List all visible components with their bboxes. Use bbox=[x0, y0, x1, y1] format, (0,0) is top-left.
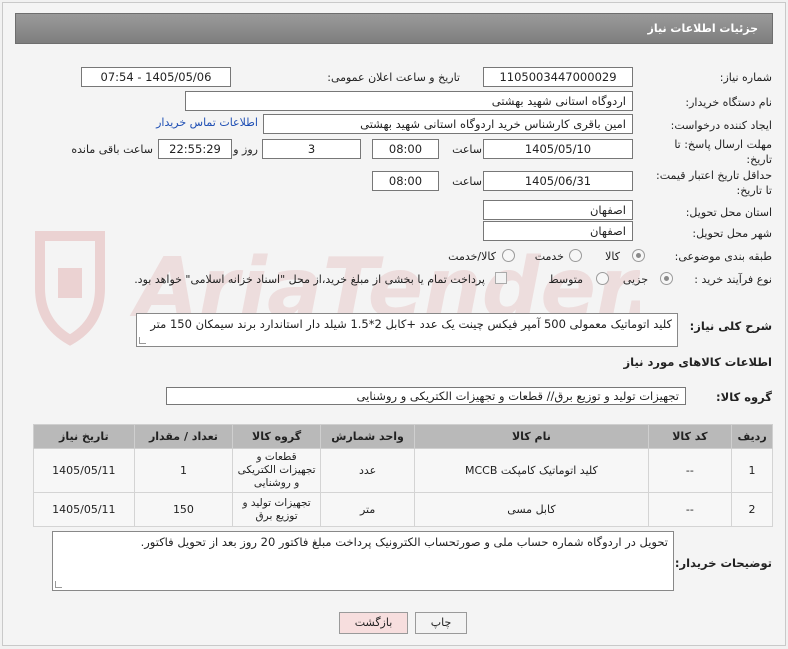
province-field: اصفهان bbox=[483, 200, 633, 220]
cell-item-code: -- bbox=[647, 448, 733, 493]
validity-date-field: 1405/06/31 bbox=[483, 171, 633, 191]
cell-item-name: کابل مسی bbox=[414, 492, 649, 527]
announce-datetime-label: تاریخ و ساعت اعلان عمومی: bbox=[327, 71, 460, 84]
buyer-contact-link[interactable]: اطلاعات تماس خریدار bbox=[156, 116, 258, 129]
goods-group-label: گروه کالا: bbox=[716, 390, 772, 404]
buyer-notes-text: تحویل در اردوگاه شماره حساب ملی و صورتحس… bbox=[140, 535, 668, 549]
days-field: 3 bbox=[262, 139, 361, 159]
cell-unit: متر bbox=[319, 492, 416, 527]
process-partial-label: جزیی bbox=[622, 273, 648, 286]
print-button[interactable]: چاپ bbox=[415, 612, 467, 634]
cell-quantity: 150 bbox=[133, 492, 234, 527]
cell-item-code: -- bbox=[647, 492, 733, 527]
day-and-label: روز و bbox=[233, 143, 258, 156]
back-button[interactable]: بازگشت bbox=[339, 612, 408, 634]
city-field: اصفهان bbox=[483, 221, 633, 241]
goods-info-heading: اطلاعات کالاهای مورد نیاز bbox=[623, 355, 772, 369]
category-goods-service-radio[interactable] bbox=[502, 249, 515, 262]
reply-deadline-label: مهلت ارسال پاسخ: تا تاریخ: bbox=[674, 138, 772, 166]
category-service-radio[interactable] bbox=[569, 249, 582, 262]
cell-quantity: 1 bbox=[133, 448, 234, 493]
header-unit: واحد شمارش bbox=[319, 424, 416, 449]
buyer-notes-textarea[interactable]: تحویل در اردوگاه شماره حساب ملی و صورتحس… bbox=[52, 531, 674, 591]
cell-item-group: قطعات و تجهیزات الکتریکی و روشنایی bbox=[232, 448, 321, 493]
cell-item-group: تجهیزات تولید و توزیع برق bbox=[232, 492, 321, 527]
header-item-name: نام کالا bbox=[414, 424, 649, 449]
remaining-label: ساعت باقی مانده bbox=[71, 143, 153, 156]
table-row: 2 -- کابل مسی متر تجهیزات تولید و توزیع … bbox=[33, 492, 773, 527]
remaining-time-field: 22:55:29 bbox=[158, 139, 232, 159]
validity-time-field: 08:00 bbox=[372, 171, 439, 191]
cell-row-number: 2 bbox=[731, 492, 773, 527]
goods-group-field: تجهیزات تولید و توزیع برق// قطعات و تجهی… bbox=[166, 387, 686, 405]
province-label: استان محل تحویل: bbox=[685, 206, 772, 219]
resize-grip-icon[interactable] bbox=[55, 581, 62, 588]
category-goods-label: کالا bbox=[605, 250, 620, 263]
treasury-checkbox[interactable] bbox=[495, 272, 507, 284]
cell-unit: عدد bbox=[319, 448, 416, 493]
category-goods-service-label: کالا/خدمت bbox=[448, 250, 496, 263]
reply-time-field: 08:00 bbox=[372, 139, 439, 159]
cell-need-date: 1405/05/11 bbox=[33, 448, 135, 493]
table-header-row: ردیف کد کالا نام کالا واحد شمارش گروه کا… bbox=[33, 424, 773, 449]
reply-date-field: 1405/05/10 bbox=[483, 139, 633, 159]
header-item-code: کد کالا bbox=[647, 424, 733, 449]
need-number-field: 1105003447000029 bbox=[483, 67, 633, 87]
table-row: 1 -- کلید اتوماتیک کامپکت MCCB عدد قطعات… bbox=[33, 448, 773, 493]
header-row-number: ردیف bbox=[731, 424, 773, 449]
process-medium-radio[interactable] bbox=[596, 272, 609, 285]
validity-hour-label: ساعت bbox=[452, 175, 482, 188]
category-service-label: خدمت bbox=[534, 250, 564, 263]
reply-hour-label: ساعت bbox=[452, 143, 482, 156]
buyer-org-field: اردوگاه استانی شهید بهشتی bbox=[185, 91, 633, 111]
items-table: ردیف کد کالا نام کالا واحد شمارش گروه کا… bbox=[33, 424, 773, 527]
cell-item-name: کلید اتوماتیک کامپکت MCCB bbox=[414, 448, 649, 493]
creator-field: امین باقری کارشناس خرید اردوگاه استانی ش… bbox=[263, 114, 633, 134]
cell-row-number: 1 bbox=[731, 448, 773, 493]
process-type-label: نوع فرآیند خرید : bbox=[694, 273, 772, 286]
announce-datetime-field: 1405/05/06 - 07:54 bbox=[81, 67, 231, 87]
process-partial-radio[interactable] bbox=[660, 272, 673, 285]
need-number-label: شماره نیاز: bbox=[719, 71, 772, 84]
buyer-notes-label: توضیحات خریدار: bbox=[674, 556, 772, 570]
creator-label: ایجاد کننده درخواست: bbox=[670, 119, 772, 132]
page-title: جزئیات اطلاعات نیاز bbox=[647, 22, 759, 35]
title-bar: جزئیات اطلاعات نیاز bbox=[15, 13, 773, 44]
header-item-group: گروه کالا bbox=[232, 424, 321, 449]
treasury-note: پرداخت تمام یا بخشی از مبلغ خرید،از محل … bbox=[134, 273, 485, 286]
description-textarea[interactable]: کلید اتوماتیک معمولی 500 آمپر فیکس چینت … bbox=[136, 313, 678, 347]
category-goods-radio[interactable] bbox=[632, 249, 645, 262]
header-quantity: تعداد / مقدار bbox=[133, 424, 234, 449]
city-label: شهر محل تحویل: bbox=[692, 227, 772, 240]
resize-grip-icon[interactable] bbox=[139, 337, 146, 344]
description-text: کلید اتوماتیک معمولی 500 آمپر فیکس چینت … bbox=[150, 317, 672, 331]
category-label: طبقه بندی موضوعی: bbox=[674, 250, 772, 263]
header-need-date: تاریخ نیاز bbox=[33, 424, 135, 449]
cell-need-date: 1405/05/11 bbox=[33, 492, 135, 527]
price-validity-label: حداقل تاریخ اعتبار قیمت: تا تاریخ: bbox=[656, 169, 772, 197]
process-medium-label: متوسط bbox=[548, 273, 583, 286]
description-label: شرح کلی نیاز: bbox=[689, 319, 772, 333]
buyer-org-label: نام دستگاه خریدار: bbox=[685, 96, 772, 109]
